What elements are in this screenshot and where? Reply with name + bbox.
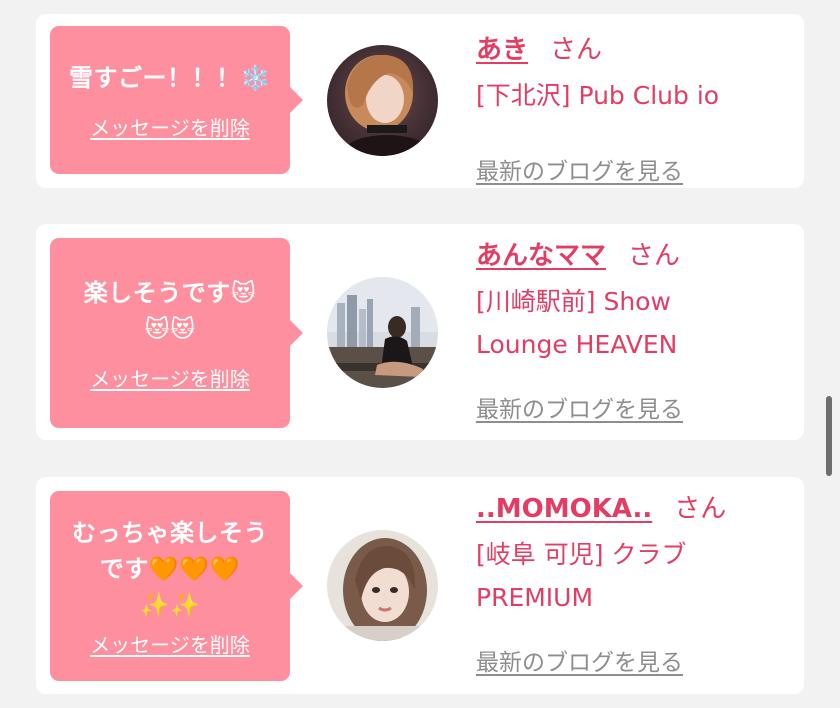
message-bubble: 雪すごー！！！❄️ メッセージを削除	[50, 26, 303, 174]
shop-line: PREMIUM	[476, 583, 594, 612]
message-bubble: 楽しそうです😻 😻😻 メッセージを削除	[50, 238, 303, 428]
message-text-line: です🧡🧡🧡	[99, 554, 241, 583]
shop-line: [下北沢] Pub Club io	[476, 81, 720, 110]
honorific: さん	[674, 494, 727, 524]
avatar[interactable]	[327, 45, 438, 156]
shop-line: [岐阜 可児] クラブ	[476, 540, 687, 569]
name-row: あんなママ さん	[476, 238, 796, 274]
latest-blog-link[interactable]: 最新のブログを見る	[476, 152, 683, 186]
latest-blog-link[interactable]: 最新のブログを見る	[476, 643, 683, 677]
delete-message-link[interactable]: メッセージを削除	[90, 363, 250, 392]
message-text-line: ✨✨	[139, 590, 201, 619]
avatar[interactable]	[327, 530, 438, 641]
shop-name: [下北沢] Pub Club io	[476, 74, 796, 117]
page: 雪すごー！！！❄️ メッセージを削除 あき さん [下北沢] Pub Club …	[0, 0, 840, 708]
message-card: むっちゃ楽しそう です🧡🧡🧡 ✨✨ メッセージを削除 ..MOMOKA.. さん	[36, 477, 804, 694]
cast-name-link[interactable]: ..MOMOKA..	[476, 494, 652, 524]
scrollbar[interactable]	[826, 396, 832, 476]
message-card: 雪すごー！！！❄️ メッセージを削除 あき さん [下北沢] Pub Club …	[36, 14, 804, 188]
name-row: ..MOMOKA.. さん	[476, 491, 796, 527]
avatar-image	[327, 45, 438, 156]
delete-message-link[interactable]: メッセージを削除	[90, 629, 250, 658]
message-text-line: むっちゃ楽しそう	[72, 518, 268, 547]
shop-name: [川崎駅前] Show Lounge HEAVEN	[476, 280, 796, 366]
honorific: さん	[628, 241, 681, 271]
message-text-line: 雪すごー！！！❄️	[69, 63, 271, 92]
avatar-image	[327, 277, 438, 388]
message-text-line: 楽しそうです😻	[83, 278, 257, 307]
delete-message-link[interactable]: メッセージを削除	[90, 112, 250, 141]
honorific: さん	[550, 35, 603, 65]
cast-name-link[interactable]: あき	[476, 35, 528, 65]
message-card: 楽しそうです😻 😻😻 メッセージを削除 あんなママ さん [川崎駅前] Show…	[36, 224, 804, 440]
name-row: あき さん	[476, 32, 796, 68]
shop-line: Lounge HEAVEN	[476, 330, 678, 359]
profile-info: あき さん [下北沢] Pub Club io 最新のブログを見る	[476, 32, 796, 185]
profile-info: あんなママ さん [川崎駅前] Show Lounge HEAVEN 最新のブログ…	[476, 238, 796, 432]
shop-line: [川崎駅前] Show	[476, 287, 671, 316]
profile-info: ..MOMOKA.. さん [岐阜 可児] クラブ PREMIUM 最新のブログを…	[476, 491, 796, 685]
cast-name-link[interactable]: あんなママ	[476, 241, 606, 271]
avatar-image	[327, 530, 438, 641]
message-text-line: 😻😻	[144, 314, 196, 343]
shop-name: [岐阜 可児] クラブ PREMIUM	[476, 533, 796, 619]
message-bubble: むっちゃ楽しそう です🧡🧡🧡 ✨✨ メッセージを削除	[50, 491, 303, 681]
avatar[interactable]	[327, 277, 438, 388]
latest-blog-link[interactable]: 最新のブログを見る	[476, 390, 683, 424]
